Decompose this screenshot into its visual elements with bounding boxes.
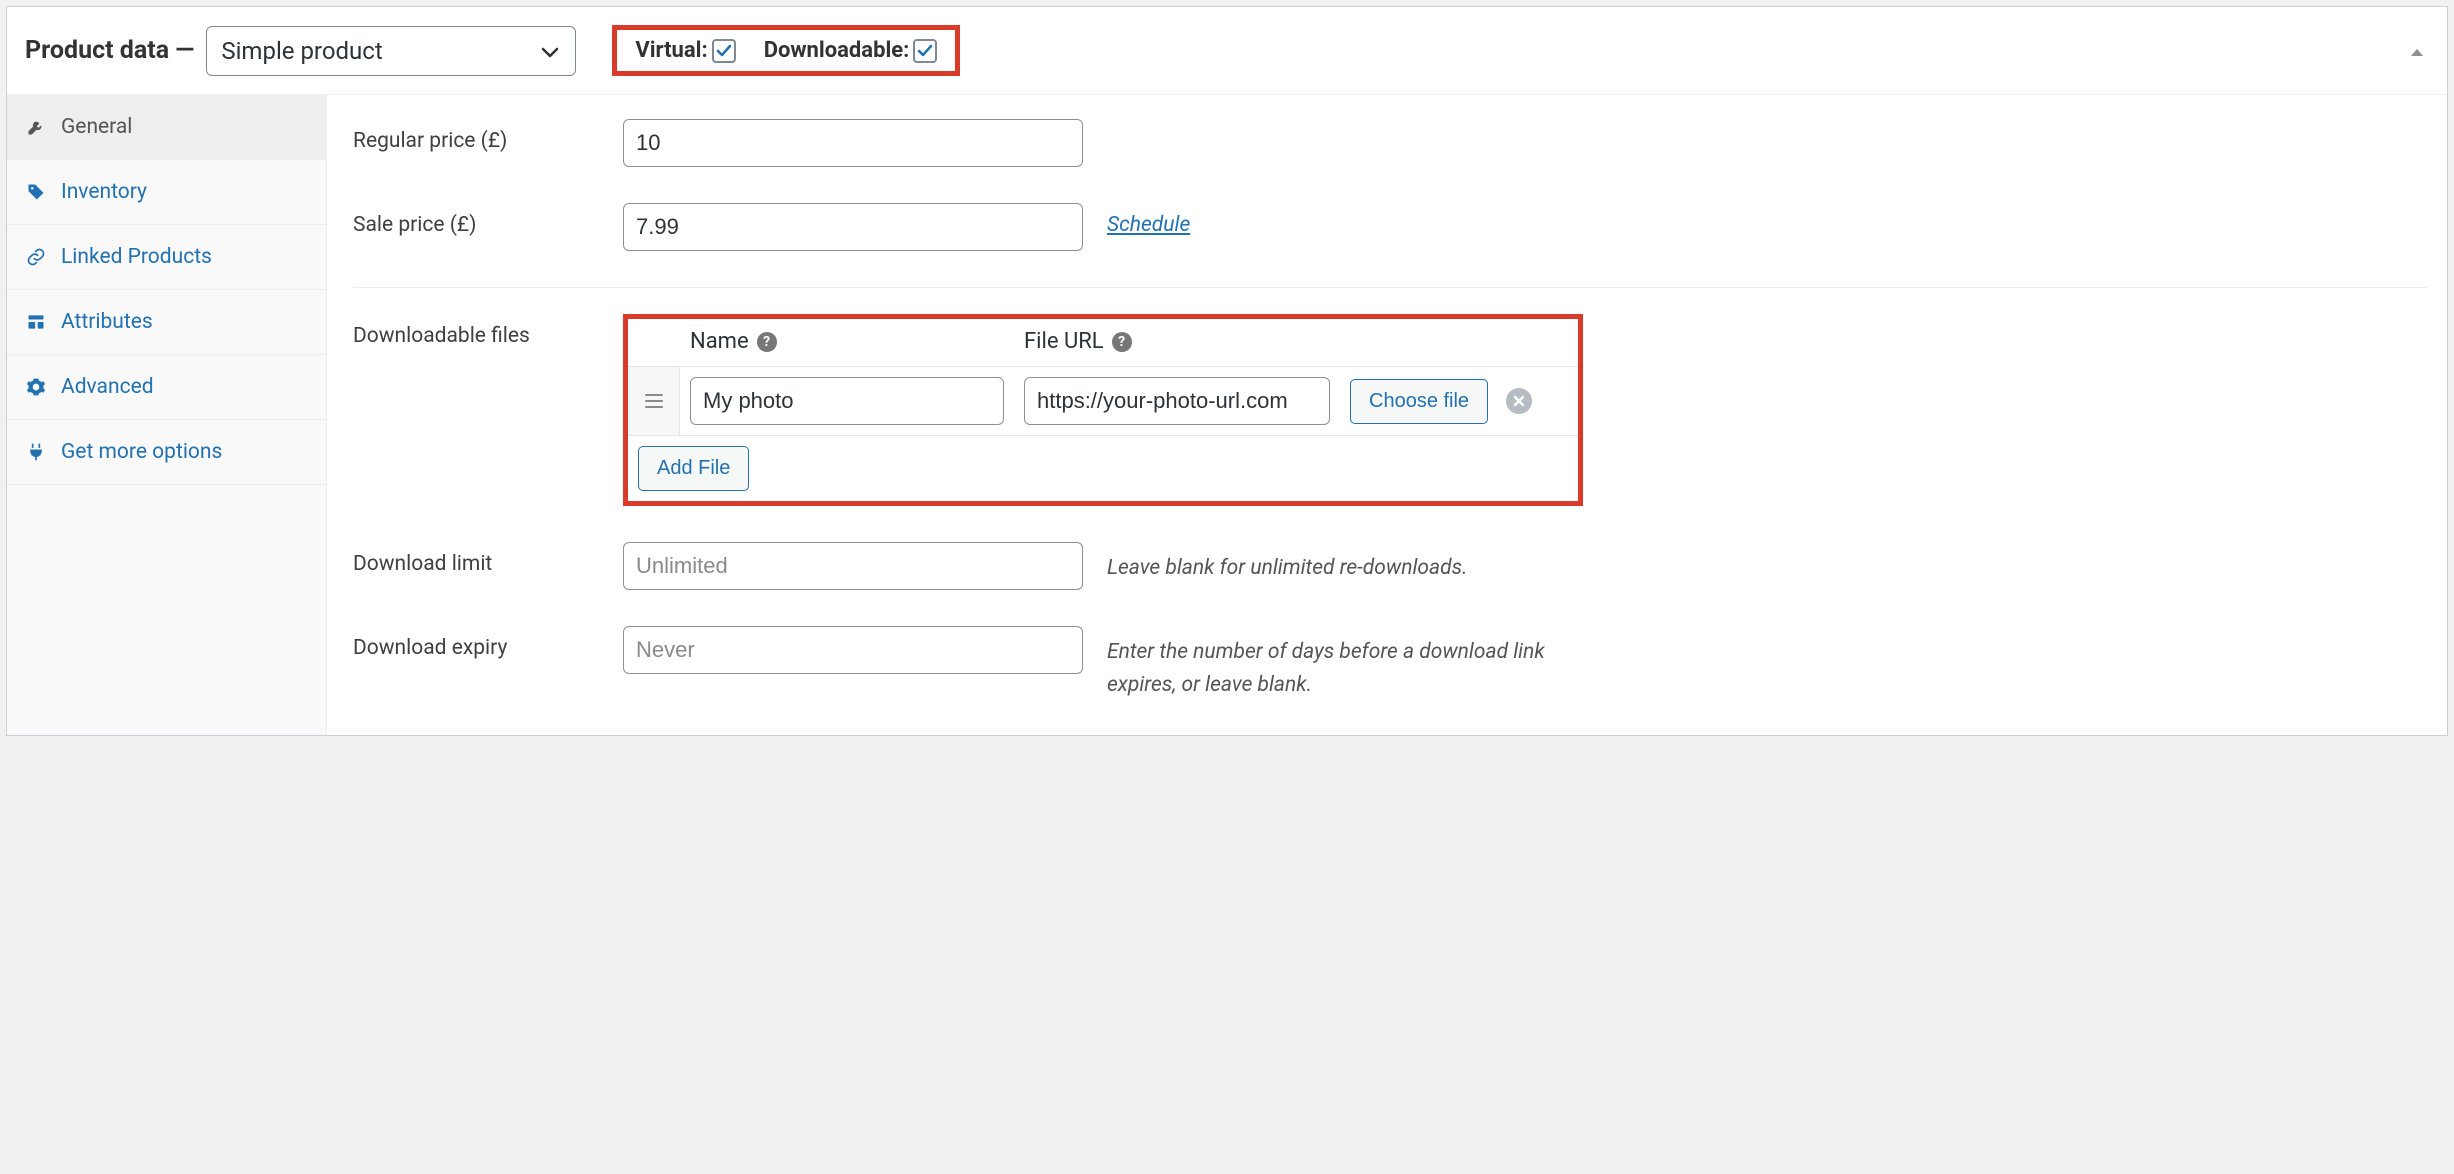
product-type-value: Simple product — [221, 37, 382, 65]
virtual-label: Virtual: — [635, 38, 707, 63]
virtual-checkbox[interactable] — [712, 39, 736, 63]
downloadable-files-row: Downloadable files Name ? File URL ? — [353, 314, 2427, 506]
chevron-down-icon — [541, 37, 559, 65]
panel-title: Product data — — [25, 36, 194, 65]
help-icon[interactable]: ? — [757, 332, 777, 352]
sidebar-item-label: General — [61, 115, 132, 139]
regular-price-row: Regular price (£) — [353, 119, 2427, 167]
regular-price-input[interactable] — [623, 119, 1083, 167]
virtual-checkbox-wrap[interactable]: Virtual: — [635, 38, 735, 63]
panel-header: Product data — Simple product Virtual: D… — [7, 7, 2447, 95]
schedule-link[interactable]: Schedule — [1107, 203, 1190, 237]
sidebar-item-label: Get more options — [61, 440, 222, 464]
download-limit-help: Leave blank for unlimited re-downloads. — [1107, 542, 1467, 585]
file-url-input[interactable] — [1024, 377, 1330, 425]
link-icon — [25, 247, 47, 267]
regular-price-label: Regular price (£) — [353, 119, 613, 153]
layout-icon — [25, 312, 47, 332]
collapse-toggle-icon[interactable] — [2409, 39, 2425, 63]
sidebar-item-label: Advanced — [61, 375, 154, 399]
drag-handle-icon[interactable] — [628, 367, 680, 435]
files-header: Name ? File URL ? — [628, 319, 1578, 366]
file-name-input[interactable] — [690, 377, 1004, 425]
sidebar-item-inventory[interactable]: Inventory — [7, 160, 326, 225]
download-expiry-help: Enter the number of days before a downlo… — [1107, 626, 1557, 701]
sidebar-item-attributes[interactable]: Attributes — [7, 290, 326, 355]
downloadable-checkbox-wrap[interactable]: Downloadable: — [764, 38, 938, 63]
sidebar: General Inventory Linked Products Attrib… — [7, 95, 327, 735]
download-expiry-input[interactable] — [623, 626, 1083, 674]
sidebar-item-get-more-options[interactable]: Get more options — [7, 420, 326, 485]
download-expiry-label: Download expiry — [353, 626, 613, 660]
download-expiry-row: Download expiry Enter the number of days… — [353, 626, 2427, 701]
sidebar-item-linked-products[interactable]: Linked Products — [7, 225, 326, 290]
plug-icon — [25, 442, 47, 462]
sidebar-item-label: Attributes — [61, 310, 153, 334]
sidebar-item-label: Linked Products — [61, 245, 212, 269]
download-limit-label: Download limit — [353, 542, 613, 576]
content-area: Regular price (£) Sale price (£) Schedul… — [327, 95, 2447, 735]
files-header-url: File URL — [1024, 329, 1104, 354]
remove-file-icon[interactable] — [1506, 388, 1532, 414]
add-file-button[interactable]: Add File — [638, 446, 749, 491]
sidebar-item-label: Inventory — [61, 180, 147, 204]
gear-icon — [25, 377, 47, 397]
divider — [353, 287, 2427, 288]
downloadable-files-highlight: Name ? File URL ? — [623, 314, 1583, 506]
choose-file-button[interactable]: Choose file — [1350, 379, 1488, 424]
files-header-name: Name — [690, 329, 749, 354]
downloadable-label: Downloadable: — [764, 38, 910, 63]
wrench-icon — [25, 117, 47, 137]
header-checkboxes-highlight: Virtual: Downloadable: — [612, 25, 960, 76]
tag-icon — [25, 182, 47, 202]
sale-price-input[interactable] — [623, 203, 1083, 251]
product-data-panel: Product data — Simple product Virtual: D… — [6, 6, 2448, 736]
downloadable-files-label: Downloadable files — [353, 314, 613, 348]
sidebar-item-general[interactable]: General — [7, 95, 326, 160]
help-icon[interactable]: ? — [1112, 332, 1132, 352]
file-row: Choose file — [628, 366, 1578, 436]
sidebar-item-advanced[interactable]: Advanced — [7, 355, 326, 420]
downloadable-checkbox[interactable] — [913, 39, 937, 63]
files-footer: Add File — [628, 436, 1578, 501]
sale-price-row: Sale price (£) Schedule — [353, 203, 2427, 251]
download-limit-input[interactable] — [623, 542, 1083, 590]
product-type-select[interactable]: Simple product — [206, 26, 576, 76]
sale-price-label: Sale price (£) — [353, 203, 613, 237]
download-limit-row: Download limit Leave blank for unlimited… — [353, 542, 2427, 590]
panel-body: General Inventory Linked Products Attrib… — [7, 95, 2447, 735]
